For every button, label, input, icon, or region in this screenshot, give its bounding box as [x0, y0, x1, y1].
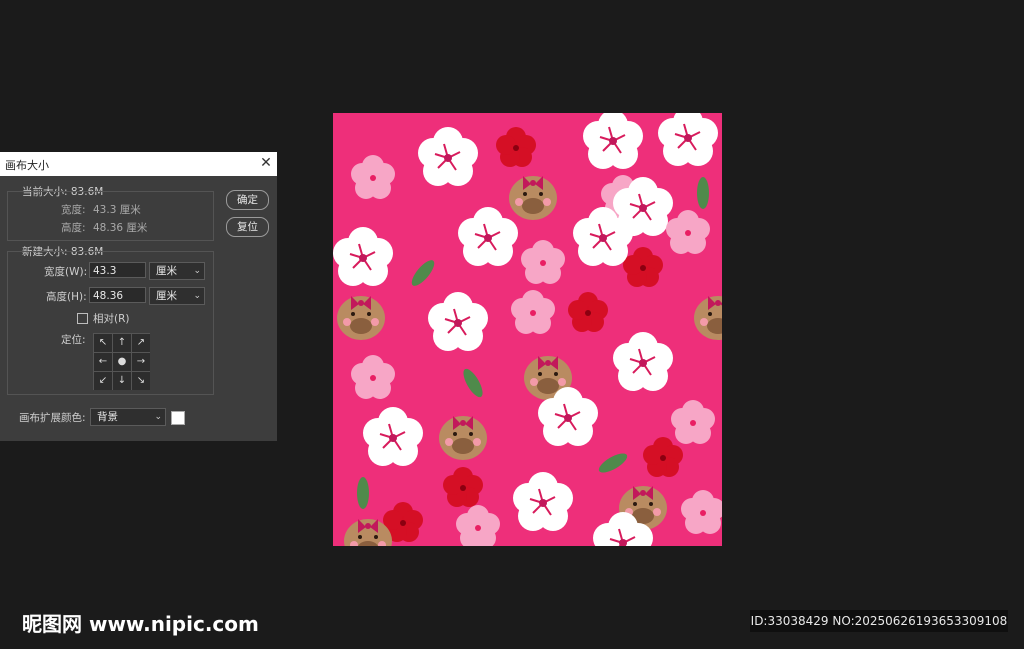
new-height-label: 高度(H):	[46, 291, 87, 303]
extension-color-select[interactable]: 背景 ⌄	[90, 408, 166, 426]
document-canvas[interactable]	[333, 113, 722, 546]
height-unit-select[interactable]: 厘米 ⌄	[149, 287, 205, 305]
height-unit-value: 厘米	[156, 290, 177, 302]
anchor-bottom-icon[interactable]: ↓	[113, 372, 131, 390]
extension-color-label: 画布扩展颜色:	[19, 412, 86, 424]
current-height-value: 48.36 厘米	[93, 222, 148, 234]
new-width-label: 宽度(W):	[44, 266, 88, 278]
watermark-site: 昵图网 www.nipic.com	[22, 612, 259, 636]
ok-button[interactable]: 确定	[226, 190, 269, 210]
chevron-down-icon: ⌄	[193, 291, 201, 301]
extension-color-value: 背景	[97, 411, 118, 423]
width-input[interactable]: 43.3	[89, 262, 146, 278]
height-input[interactable]: 48.36	[89, 287, 146, 303]
relative-checkbox[interactable]	[77, 313, 88, 324]
chevron-down-icon: ⌄	[193, 266, 201, 276]
anchor-top-icon[interactable]: ↑	[113, 334, 131, 352]
width-unit-value: 厘米	[156, 265, 177, 277]
current-height-label: 高度:	[61, 222, 86, 234]
current-width-value: 43.3 厘米	[93, 204, 141, 216]
dialog-title: 画布大小	[5, 159, 49, 172]
extension-color-swatch[interactable]	[171, 411, 185, 425]
current-width-label: 宽度:	[61, 204, 86, 216]
reset-button[interactable]: 复位	[226, 217, 269, 237]
close-icon[interactable]: ✕	[258, 155, 274, 171]
anchor-left-icon[interactable]: ←	[94, 353, 112, 371]
chevron-down-icon: ⌄	[154, 412, 162, 422]
anchor-center-icon[interactable]: ●	[113, 353, 131, 371]
hibiscus-pattern-image	[333, 113, 722, 546]
anchor-top-right-icon[interactable]: ↗	[132, 334, 150, 352]
canvas-size-dialog: 画布大小 ✕ 当前大小: 83.6M 宽度: 43.3 厘米 高度: 48.36…	[0, 152, 277, 441]
anchor-grid: ↖ ↑ ↗ ← ● → ↙ ↓ ↘	[93, 333, 150, 390]
anchor-bottom-right-icon[interactable]: ↘	[132, 372, 150, 390]
watermark-id: ID:33038429 NO:20250626193653309108	[750, 610, 1008, 632]
anchor-label: 定位:	[61, 334, 86, 346]
width-unit-select[interactable]: 厘米 ⌄	[149, 262, 205, 280]
anchor-top-left-icon[interactable]: ↖	[94, 334, 112, 352]
relative-label: 相对(R)	[93, 313, 130, 325]
dialog-titlebar[interactable]: 画布大小 ✕	[0, 152, 277, 176]
anchor-bottom-left-icon[interactable]: ↙	[94, 372, 112, 390]
anchor-right-icon[interactable]: →	[132, 353, 150, 371]
